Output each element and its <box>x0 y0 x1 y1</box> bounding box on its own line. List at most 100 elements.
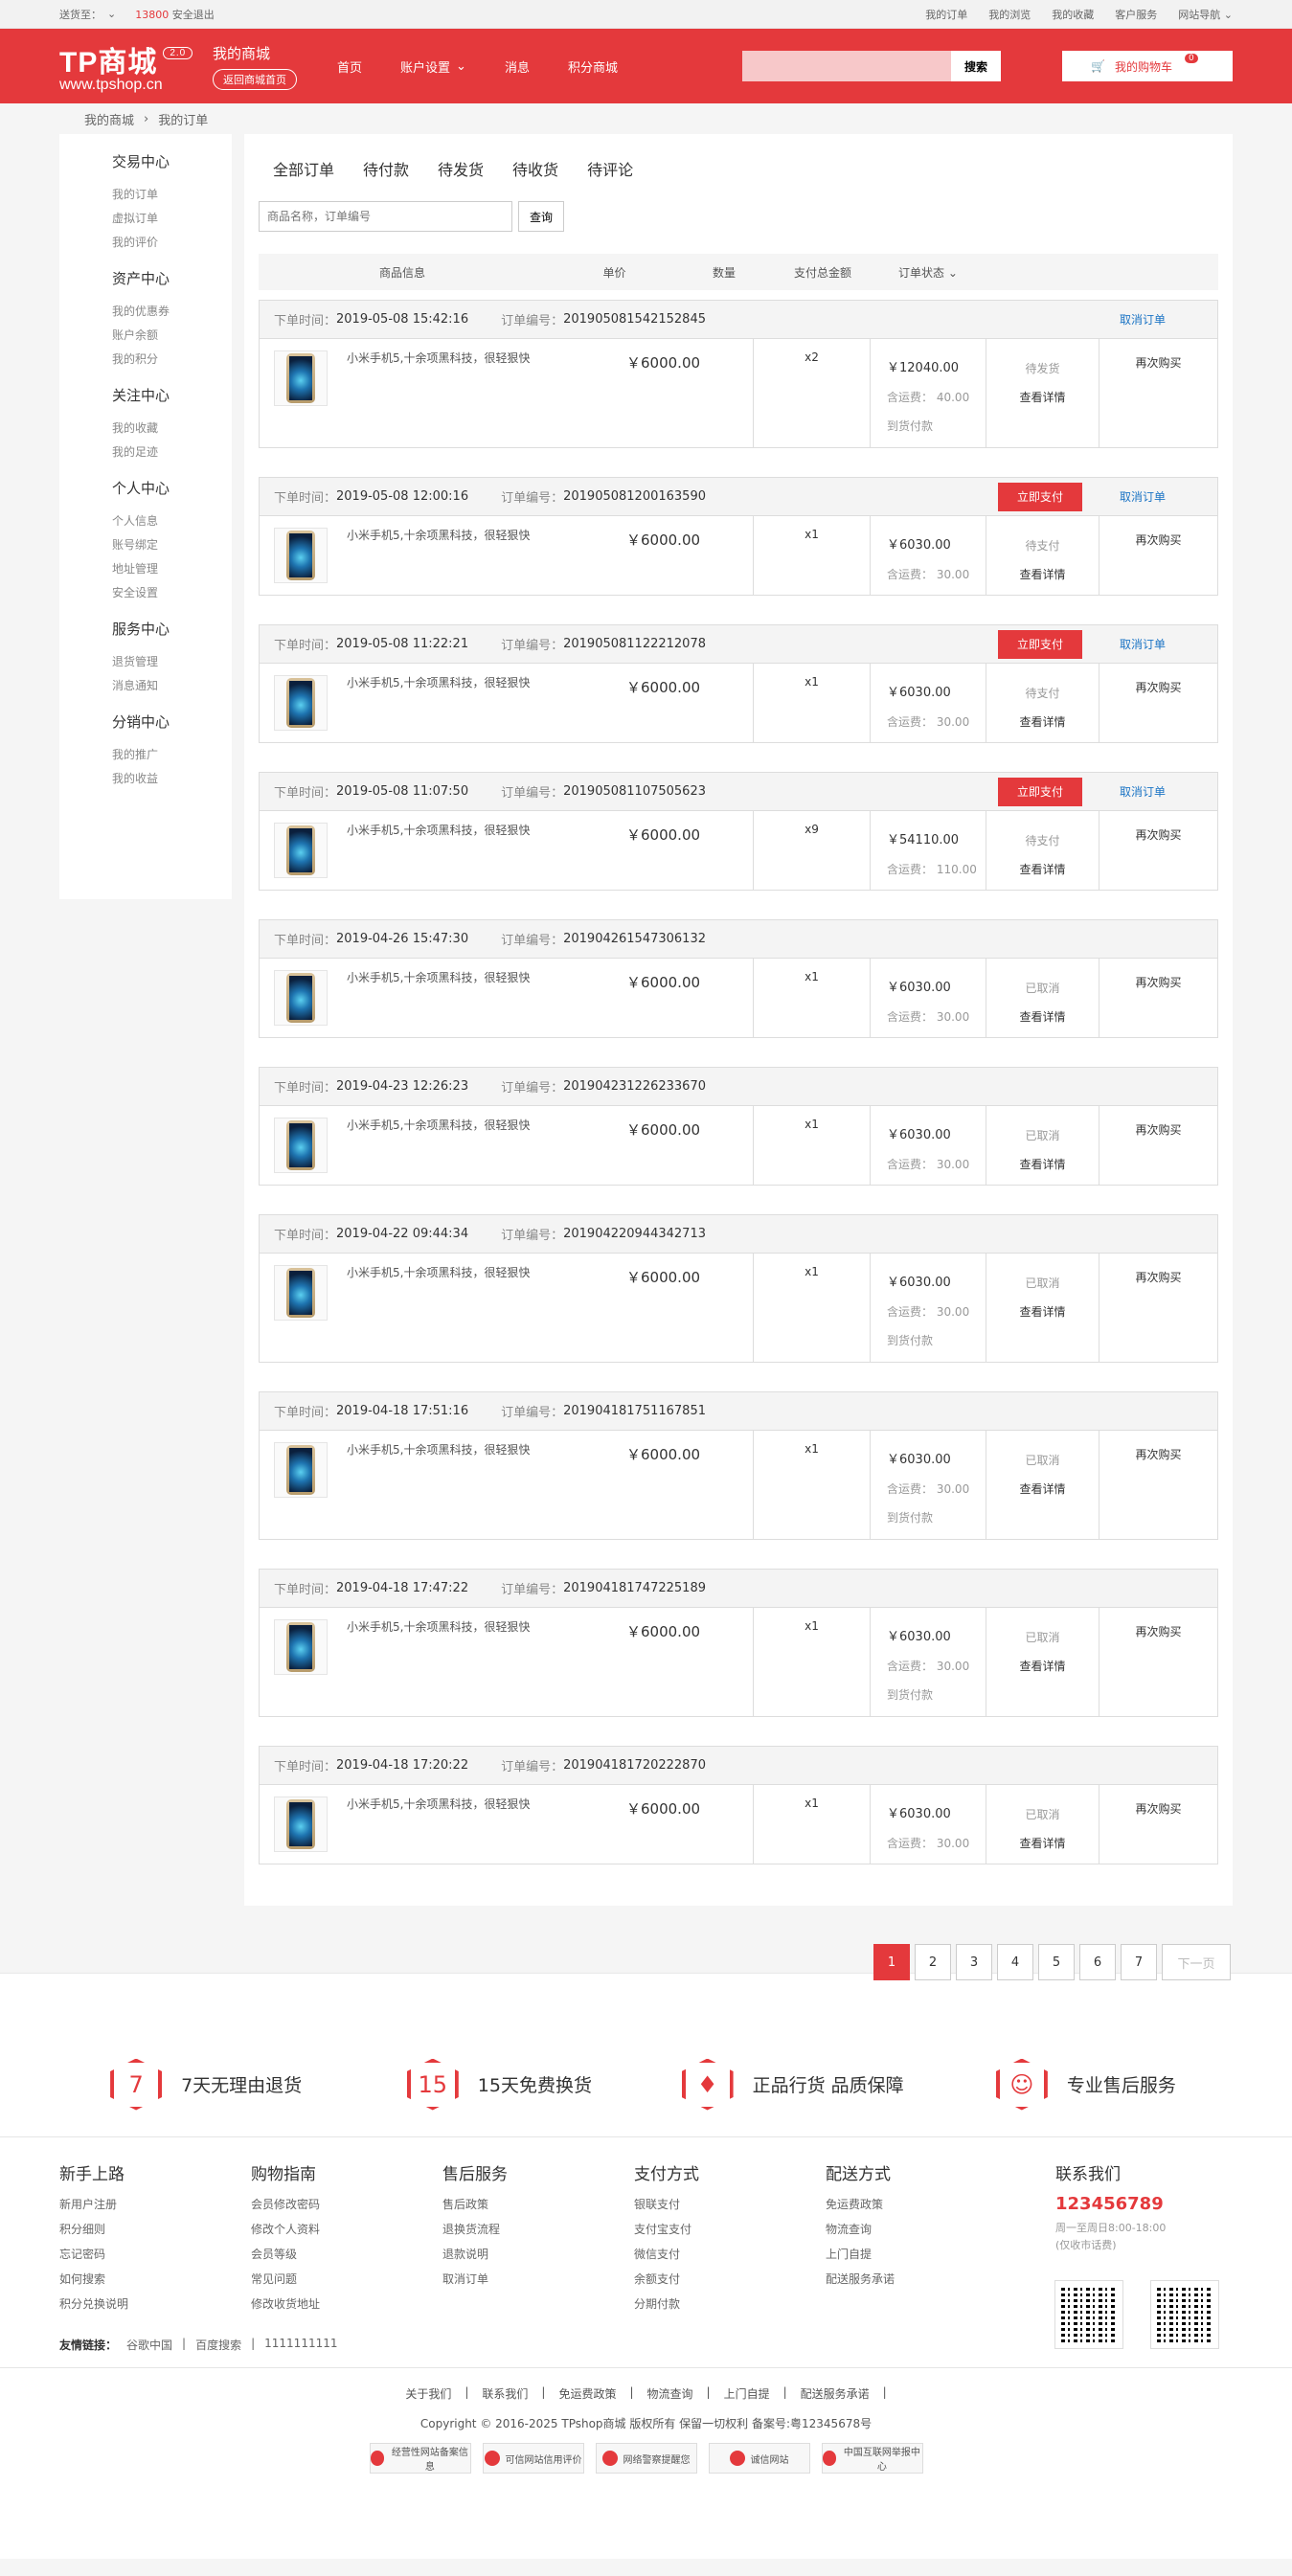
pay-now-button[interactable]: 立即支付 <box>998 629 1082 659</box>
bottom-link[interactable]: 关于我们 <box>405 2385 451 2402</box>
sidebar-item[interactable]: 我的优惠券 <box>112 300 232 324</box>
view-detail-link[interactable]: 查看详情 <box>986 560 1099 589</box>
view-detail-link[interactable]: 查看详情 <box>986 383 1099 412</box>
breadcrumb-my-orders[interactable]: 我的订单 <box>158 110 208 128</box>
delivery-location[interactable]: 送货至： ⌄ <box>59 7 116 22</box>
top-link-sitenav[interactable]: 网站导航 ⌄ <box>1178 7 1233 22</box>
breadcrumb-my-mall[interactable]: 我的商城 <box>84 110 134 128</box>
product-name[interactable]: 小米手机5,十余项黑科技，很轻狠快 <box>347 350 553 447</box>
view-detail-link[interactable]: 查看详情 <box>986 1298 1099 1326</box>
back-home-button[interactable]: 返回商城首页 <box>213 68 297 90</box>
page-7-button[interactable]: 7 <box>1121 1944 1157 1980</box>
footer-link[interactable]: 分期付款 <box>634 2292 826 2316</box>
view-detail-link[interactable]: 查看详情 <box>986 1829 1099 1858</box>
query-button[interactable]: 查询 <box>518 201 564 232</box>
bottom-link[interactable]: 联系我们 <box>482 2385 528 2402</box>
trust-badge[interactable]: 可信网站信用评价 <box>482 2443 584 2474</box>
footer-link[interactable]: 退换货流程 <box>442 2217 634 2242</box>
order-search-input[interactable] <box>259 201 512 232</box>
sidebar-item[interactable]: 我的足迹 <box>112 441 232 464</box>
product-image[interactable] <box>274 1118 328 1173</box>
product-image[interactable] <box>274 823 328 878</box>
page-4-button[interactable]: 4 <box>997 1944 1033 1980</box>
nav-home[interactable]: 首页 <box>337 57 362 76</box>
tab-pending-payment[interactable]: 待付款 <box>363 157 409 201</box>
product-image[interactable] <box>274 1442 328 1498</box>
tab-pending-receipt[interactable]: 待收货 <box>512 157 558 201</box>
pay-now-button[interactable]: 立即支付 <box>998 482 1082 511</box>
rebuy-button[interactable]: 再次购买 <box>1099 959 1217 1037</box>
next-page-button[interactable]: 下一页 <box>1162 1944 1231 1980</box>
page-1-button[interactable]: 1 <box>873 1944 910 1980</box>
footer-link[interactable]: 余额支付 <box>634 2267 826 2292</box>
cancel-order-link[interactable]: 取消订单 <box>1082 488 1203 505</box>
logout-link[interactable]: 安全退出 <box>172 9 215 21</box>
nav-points-mall[interactable]: 积分商城 <box>568 57 618 76</box>
rebuy-button[interactable]: 再次购买 <box>1099 339 1217 447</box>
sidebar-item[interactable]: 虚拟订单 <box>112 207 232 231</box>
product-image[interactable] <box>274 675 328 731</box>
pay-now-button[interactable]: 立即支付 <box>998 777 1082 806</box>
view-detail-link[interactable]: 查看详情 <box>986 1150 1099 1179</box>
sidebar-item[interactable]: 账号绑定 <box>112 533 232 557</box>
sidebar-item[interactable]: 安全设置 <box>112 581 232 605</box>
product-name[interactable]: 小米手机5,十余项黑科技，很轻狠快 <box>347 1619 553 1716</box>
product-name[interactable]: 小米手机5,十余项黑科技，很轻狠快 <box>347 823 553 890</box>
friend-link[interactable]: 谷歌中国 <box>126 2337 172 2353</box>
cancel-order-link[interactable]: 取消订单 <box>1082 636 1203 652</box>
friend-link[interactable]: 百度搜索 <box>195 2337 241 2353</box>
rebuy-button[interactable]: 再次购买 <box>1099 664 1217 742</box>
friend-link[interactable]: 1111111111 <box>264 2337 337 2353</box>
top-link-orders[interactable]: 我的订单 <box>925 7 967 22</box>
product-image[interactable] <box>274 1619 328 1675</box>
footer-link[interactable]: 积分兑换说明 <box>59 2292 251 2316</box>
rebuy-button[interactable]: 再次购买 <box>1099 1106 1217 1185</box>
footer-link[interactable]: 修改个人资料 <box>251 2217 442 2242</box>
view-detail-link[interactable]: 查看详情 <box>986 855 1099 884</box>
cart-button[interactable]: 🛒 我的购物车 0 <box>1062 51 1233 81</box>
col-status-filter[interactable]: 订单状态 ⌄ <box>880 264 976 281</box>
footer-link[interactable]: 积分细则 <box>59 2217 251 2242</box>
footer-link[interactable]: 取消订单 <box>442 2267 634 2292</box>
footer-link[interactable]: 支付宝支付 <box>634 2217 826 2242</box>
product-name[interactable]: 小米手机5,十余项黑科技，很轻狠快 <box>347 675 553 742</box>
top-link-service[interactable]: 客户服务 <box>1115 7 1157 22</box>
bottom-link[interactable]: 免运费政策 <box>558 2385 616 2402</box>
nav-messages[interactable]: 消息 <box>505 57 530 76</box>
trust-badge[interactable]: 中国互联网举报中心 <box>821 2443 923 2474</box>
rebuy-button[interactable]: 再次购买 <box>1099 1785 1217 1864</box>
sidebar-item[interactable]: 我的积分 <box>112 348 232 372</box>
rebuy-button[interactable]: 再次购买 <box>1099 1254 1217 1362</box>
sidebar-item[interactable]: 我的收藏 <box>112 417 232 441</box>
sidebar-item[interactable]: 地址管理 <box>112 557 232 581</box>
product-image[interactable] <box>274 1796 328 1852</box>
bottom-link[interactable]: 配送服务承诺 <box>801 2385 870 2402</box>
search-input[interactable] <box>742 51 951 81</box>
sidebar-item[interactable]: 账户余额 <box>112 324 232 348</box>
view-detail-link[interactable]: 查看详情 <box>986 1003 1099 1031</box>
trust-badge[interactable]: 网络警察提醒您 <box>595 2443 697 2474</box>
product-image[interactable] <box>274 528 328 583</box>
bottom-link[interactable]: 上门自提 <box>724 2385 770 2402</box>
footer-link[interactable]: 上门自提 <box>826 2242 1017 2267</box>
footer-link[interactable]: 微信支付 <box>634 2242 826 2267</box>
product-name[interactable]: 小米手机5,十余项黑科技，很轻狠快 <box>347 1442 553 1539</box>
rebuy-button[interactable]: 再次购买 <box>1099 1608 1217 1716</box>
view-detail-link[interactable]: 查看详情 <box>986 1475 1099 1503</box>
product-image[interactable] <box>274 350 328 406</box>
rebuy-button[interactable]: 再次购买 <box>1099 811 1217 890</box>
search-button[interactable]: 搜索 <box>951 51 1001 81</box>
trust-badge[interactable]: 诚信网站 <box>708 2443 810 2474</box>
cancel-order-link[interactable]: 取消订单 <box>1082 783 1203 800</box>
sidebar-item[interactable]: 我的收益 <box>112 767 232 791</box>
trust-badge[interactable]: 经营性网站备案信息 <box>369 2443 471 2474</box>
rebuy-button[interactable]: 再次购买 <box>1099 1431 1217 1539</box>
product-image[interactable] <box>274 970 328 1026</box>
product-name[interactable]: 小米手机5,十余项黑科技，很轻狠快 <box>347 1265 553 1362</box>
sidebar-item[interactable]: 个人信息 <box>112 509 232 533</box>
top-link-history[interactable]: 我的浏览 <box>988 7 1031 22</box>
product-name[interactable]: 小米手机5,十余项黑科技，很轻狠快 <box>347 1118 553 1185</box>
footer-link[interactable]: 会员等级 <box>251 2242 442 2267</box>
sidebar-item[interactable]: 我的订单 <box>112 183 232 207</box>
tab-pending-shipment[interactable]: 待发货 <box>438 157 484 201</box>
